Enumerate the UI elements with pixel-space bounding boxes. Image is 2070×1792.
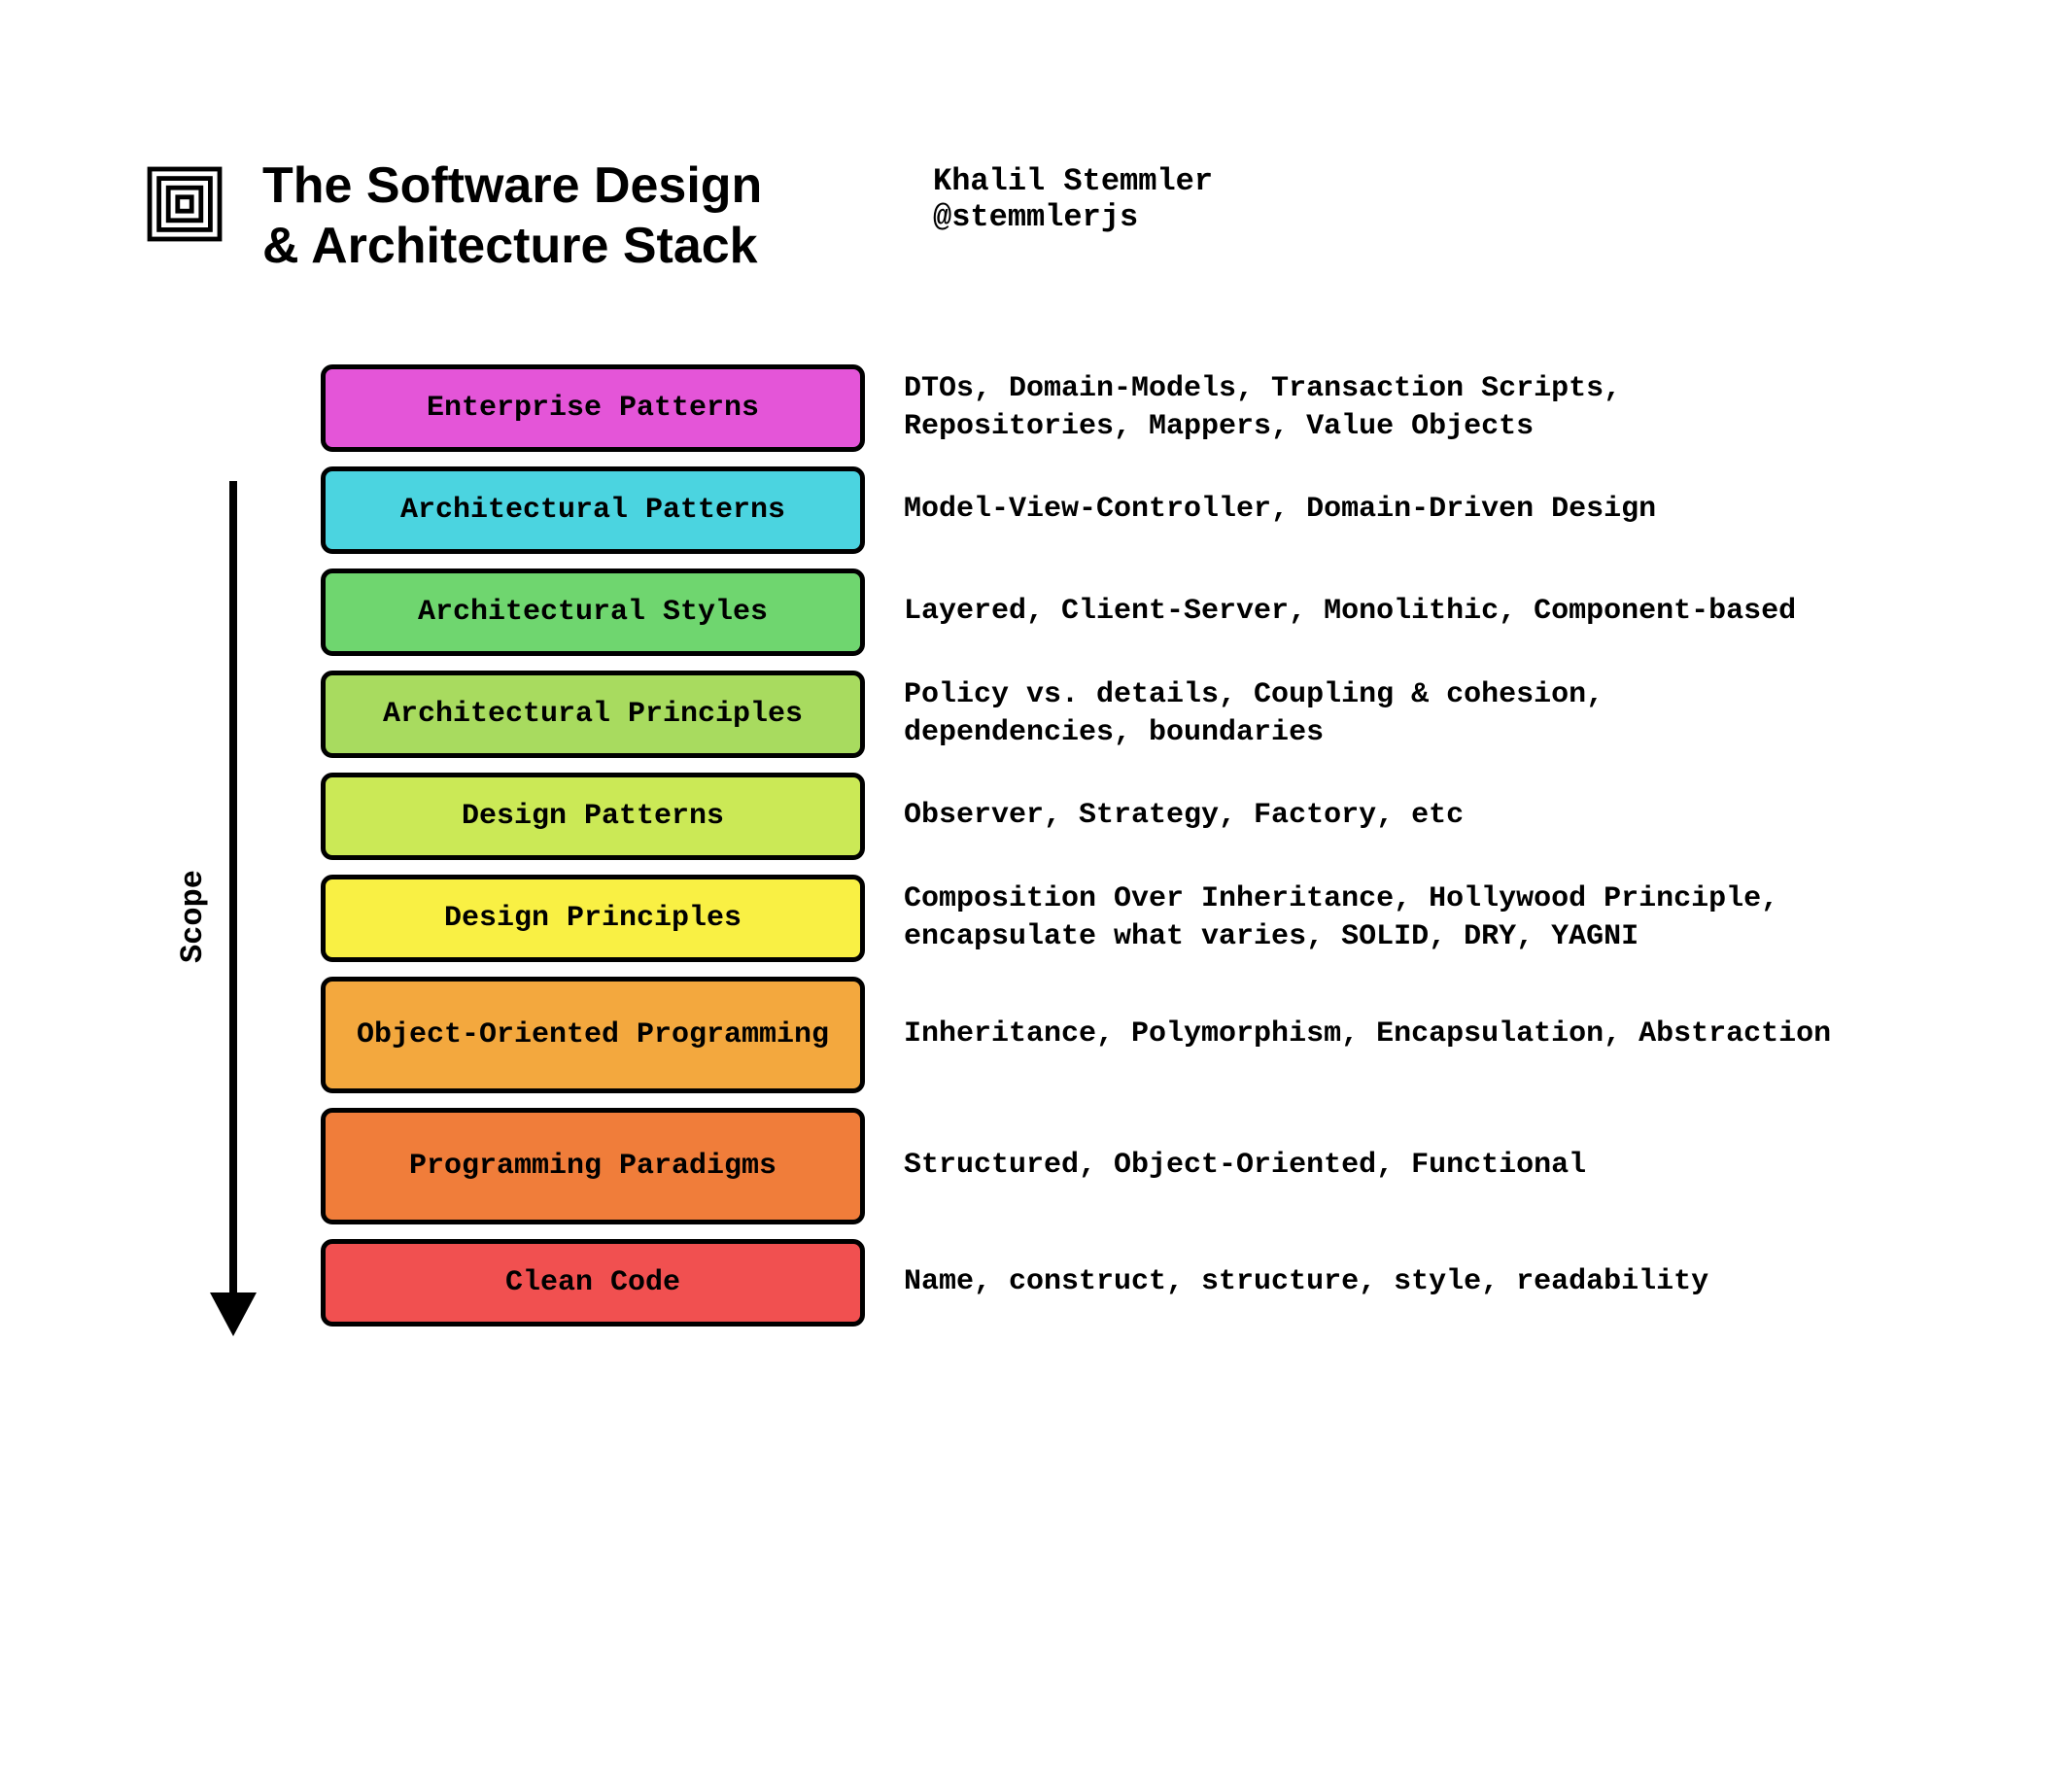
stack-block: Architectural Styles xyxy=(321,569,865,656)
spiral-logo-icon xyxy=(146,165,224,243)
stack-content: Scope Enterprise Patterns Architectural P… xyxy=(146,364,1924,1336)
stack-description: DTOs, Domain-Models, Transaction Scripts… xyxy=(904,364,1837,452)
stack-block: Object-Oriented Programming xyxy=(321,977,865,1093)
author-name: Khalil Stemmler xyxy=(933,163,1213,199)
stack-description: Structured, Object-Oriented, Functional xyxy=(904,1108,1837,1224)
stack-block: Architectural Principles xyxy=(321,671,865,758)
stack-block: Enterprise Patterns xyxy=(321,364,865,452)
stack-block: Design Patterns xyxy=(321,773,865,860)
stack-description: Composition Over Inheritance, Hollywood … xyxy=(904,875,1837,962)
scope-arrow-icon xyxy=(204,481,262,1336)
author-info: Khalil Stemmler @stemmlerjs xyxy=(933,155,1213,235)
stack-block: Design Principles xyxy=(321,875,865,962)
author-handle: @stemmlerjs xyxy=(933,199,1213,235)
stack-blocks-column: Enterprise Patterns Architectural Pattern… xyxy=(321,364,865,1327)
stack-description: Observer, Strategy, Factory, etc xyxy=(904,773,1837,860)
stack-description: Name, construct, structure, style, reada… xyxy=(904,1239,1837,1327)
stack-description: Layered, Client-Server, Monolithic, Comp… xyxy=(904,569,1837,656)
stack-block: Architectural Patterns xyxy=(321,466,865,554)
stack-descriptions-column: DTOs, Domain-Models, Transaction Scripts… xyxy=(865,364,1924,1327)
stack-description: Inheritance, Polymorphism, Encapsulation… xyxy=(904,977,1837,1093)
diagram-header: The Software Design & Architecture Stack… xyxy=(146,155,1924,277)
stack-block: Programming Paradigms xyxy=(321,1108,865,1224)
stack-block: Clean Code xyxy=(321,1239,865,1327)
diagram-title: The Software Design & Architecture Stack xyxy=(262,155,894,277)
scope-axis-label: Scope xyxy=(175,870,211,963)
stack-description: Policy vs. details, Coupling & cohesion,… xyxy=(904,671,1837,758)
stack-description: Model-View-Controller, Domain-Driven Des… xyxy=(904,466,1837,554)
